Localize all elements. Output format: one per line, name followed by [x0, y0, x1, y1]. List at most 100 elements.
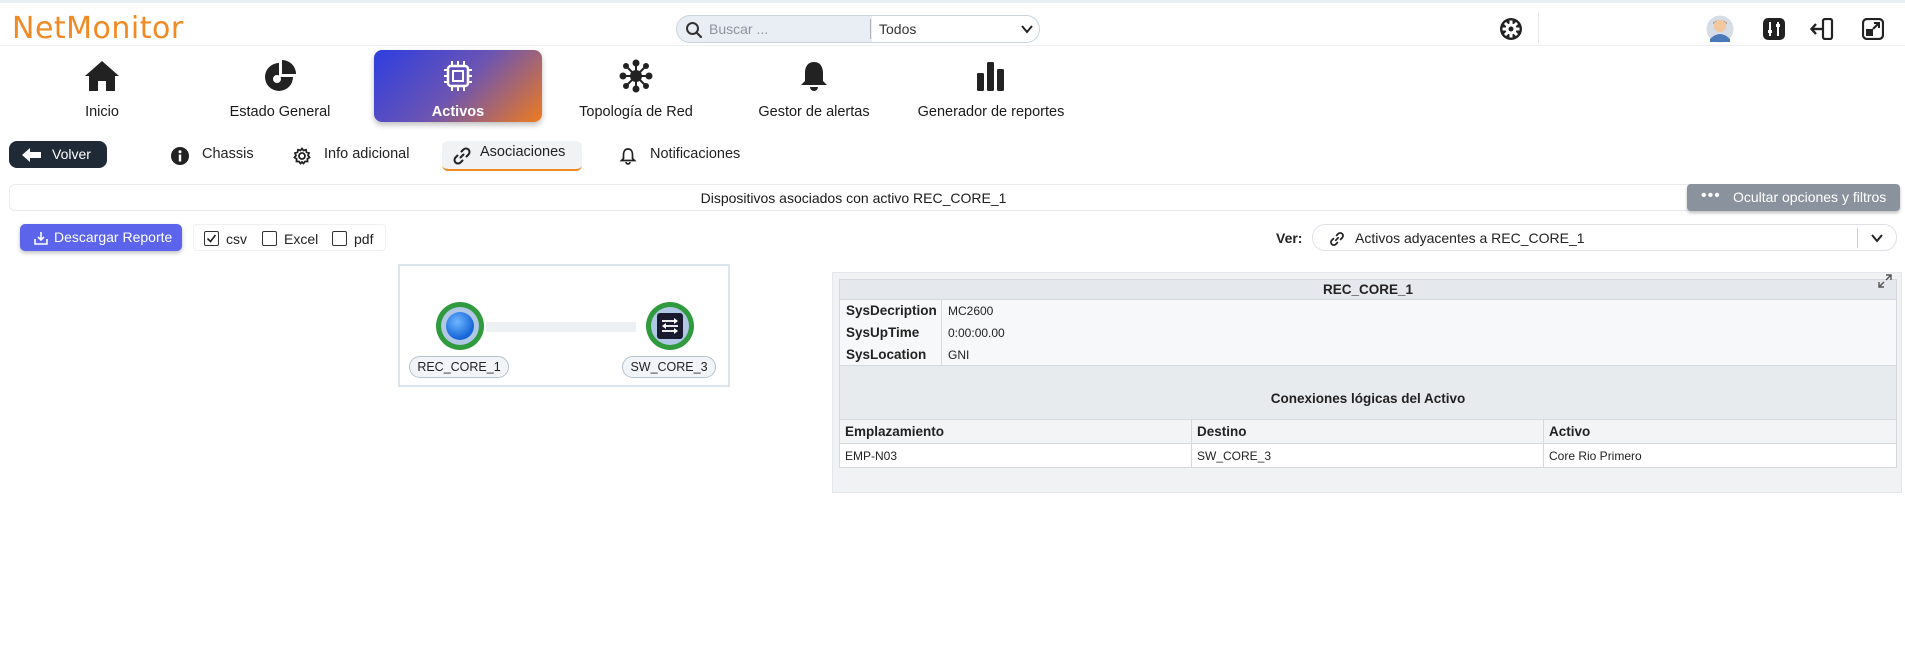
- view-label: Ver:: [1276, 230, 1303, 246]
- back-button-label: Volver: [52, 146, 91, 162]
- nav-inicio[interactable]: Inicio: [18, 50, 186, 122]
- format-label: pdf: [354, 231, 374, 247]
- switch-icon: [657, 313, 683, 339]
- tab-info-adicional[interactable]: Info adicional: [292, 141, 422, 171]
- table-cell: EMP-N03: [840, 444, 1192, 467]
- tab-label: Chassis: [202, 146, 254, 162]
- table-cell: SW_CORE_3: [1192, 444, 1544, 467]
- view-select-value: Activos adyacentes a REC_CORE_1: [1355, 230, 1585, 246]
- expand-window-icon: [1862, 18, 1884, 40]
- property-key: SysUpTime: [846, 325, 920, 340]
- property-value: GNI: [948, 348, 970, 362]
- format-pdf-checkbox[interactable]: pdf: [332, 231, 382, 247]
- nav-estado-general[interactable]: Estado General: [196, 50, 364, 122]
- association-graph[interactable]: REC_CORE_1 SW_CORE_3: [398, 264, 730, 387]
- nav-label: Topología de Red: [579, 104, 693, 120]
- column-header: Activo: [1549, 424, 1591, 439]
- format-label: Excel: [284, 231, 319, 247]
- tab-asociaciones[interactable]: Asociaciones: [442, 141, 582, 171]
- tab-label: Notificaciones: [650, 146, 741, 162]
- info-icon: [171, 147, 189, 165]
- view-select[interactable]: Activos adyacentes a REC_CORE_1: [1312, 224, 1897, 251]
- link-icon: [453, 147, 471, 165]
- global-search: Todos: [676, 15, 1040, 43]
- back-button[interactable]: Volver: [9, 141, 107, 168]
- chip-icon: [444, 61, 472, 91]
- tab-label: Info adicional: [324, 146, 410, 162]
- chevron-down-icon: [1021, 25, 1033, 34]
- property-key: SysLocation: [846, 347, 927, 362]
- arrow-left-icon: [22, 148, 41, 162]
- expand-panel-button[interactable]: [1878, 274, 1894, 290]
- home-icon: [85, 61, 119, 91]
- property-value: MC2600: [948, 304, 994, 318]
- format-excel-checkbox[interactable]: Excel: [262, 231, 322, 247]
- link-icon: [1330, 232, 1344, 246]
- bar-chart-icon: [977, 62, 1004, 91]
- format-options: csv Excel pdf: [193, 224, 386, 251]
- nav-label: Inicio: [85, 104, 119, 120]
- sliders-icon: [1763, 18, 1785, 40]
- search-divider: [870, 19, 871, 39]
- nav-label: Gestor de alertas: [758, 104, 870, 120]
- nav-activos[interactable]: Activos: [374, 50, 542, 122]
- tab-chassis[interactable]: Chassis: [170, 141, 270, 171]
- download-icon: [34, 232, 48, 245]
- view-select-divider: [1857, 228, 1858, 248]
- nav-label: Generador de reportes: [917, 104, 1065, 120]
- nav-generador-reportes[interactable]: Generador de reportes: [907, 50, 1075, 122]
- table-cell: Core Rio Primero: [1549, 449, 1642, 463]
- expand-icon: [1878, 274, 1892, 288]
- asset-details-table: REC_CORE_1 SysDecription MC2600 SysUpTim…: [839, 279, 1897, 468]
- gear-icon: [1500, 18, 1522, 40]
- bell-icon: [619, 148, 637, 165]
- toggle-options-label: Ocultar opciones y filtros: [1733, 189, 1887, 205]
- property-value: 0:00:00.00: [948, 326, 1005, 340]
- table-row[interactable]: EMP-N03 SW_CORE_3 Core Rio Primero: [839, 444, 1897, 468]
- search-icon: [686, 22, 703, 39]
- toggle-options-button[interactable]: ••• Ocultar opciones y filtros: [1687, 184, 1900, 211]
- more-dots-icon: •••: [1701, 187, 1721, 204]
- search-scope-select[interactable]: Todos: [872, 16, 1039, 42]
- nav-topologia[interactable]: Topología de Red: [552, 50, 720, 122]
- download-report-label: Descargar Reporte: [54, 229, 173, 245]
- asset-details-panel: REC_CORE_1 SysDecription MC2600 SysUpTim…: [832, 272, 1902, 493]
- format-label: csv: [226, 231, 247, 247]
- graph-node-label: REC_CORE_1: [409, 356, 509, 378]
- preferences-button[interactable]: [1760, 15, 1788, 43]
- header-divider: [1538, 13, 1539, 43]
- asset-details-title: REC_CORE_1: [839, 279, 1897, 300]
- page-title: Dispositivos asociados con activo REC_CO…: [700, 190, 1007, 206]
- user-avatar[interactable]: [1706, 15, 1734, 43]
- column-header: Emplazamiento: [840, 420, 1192, 443]
- graph-node-sw-core-3[interactable]: [646, 302, 694, 350]
- nav-gestor-alertas[interactable]: Gestor de alertas: [730, 50, 898, 122]
- check-icon: [206, 234, 217, 243]
- tab-notificaciones[interactable]: Notificaciones: [618, 141, 758, 171]
- graph-node-rec-core-1[interactable]: [436, 302, 484, 350]
- column-header: Destino: [1192, 420, 1544, 443]
- search-scope-value: Todos: [879, 21, 917, 37]
- connections-header-row: Emplazamiento Destino Activo: [839, 420, 1897, 444]
- top-bar: NetMonitor Todos: [0, 0, 1905, 46]
- property-row: SysLocation GNI: [839, 344, 1897, 366]
- property-row: SysUpTime 0:00:00.00: [839, 322, 1897, 344]
- nav-label: Activos: [431, 104, 485, 120]
- logout-icon: [1810, 18, 1834, 40]
- connections-title: Conexiones lógicas del Activo: [839, 366, 1897, 420]
- tab-label: Asociaciones: [480, 144, 566, 160]
- pie-chart-icon: [265, 60, 296, 91]
- user-avatar-icon: [1706, 15, 1734, 43]
- graph-node-label: SW_CORE_3: [622, 356, 716, 378]
- format-csv-checkbox[interactable]: csv: [204, 231, 254, 247]
- app-logo[interactable]: NetMonitor: [12, 11, 184, 46]
- property-row: SysDecription MC2600: [839, 300, 1897, 322]
- logout-button[interactable]: [1808, 15, 1836, 43]
- router-sphere-icon: [446, 312, 474, 340]
- settings-button[interactable]: [1497, 15, 1525, 43]
- nav-label: Estado General: [229, 104, 331, 120]
- gear-icon: [293, 147, 311, 165]
- expand-window-button[interactable]: [1859, 15, 1887, 43]
- download-report-button[interactable]: Descargar Reporte: [20, 224, 182, 251]
- chevron-down-icon: [1871, 234, 1883, 243]
